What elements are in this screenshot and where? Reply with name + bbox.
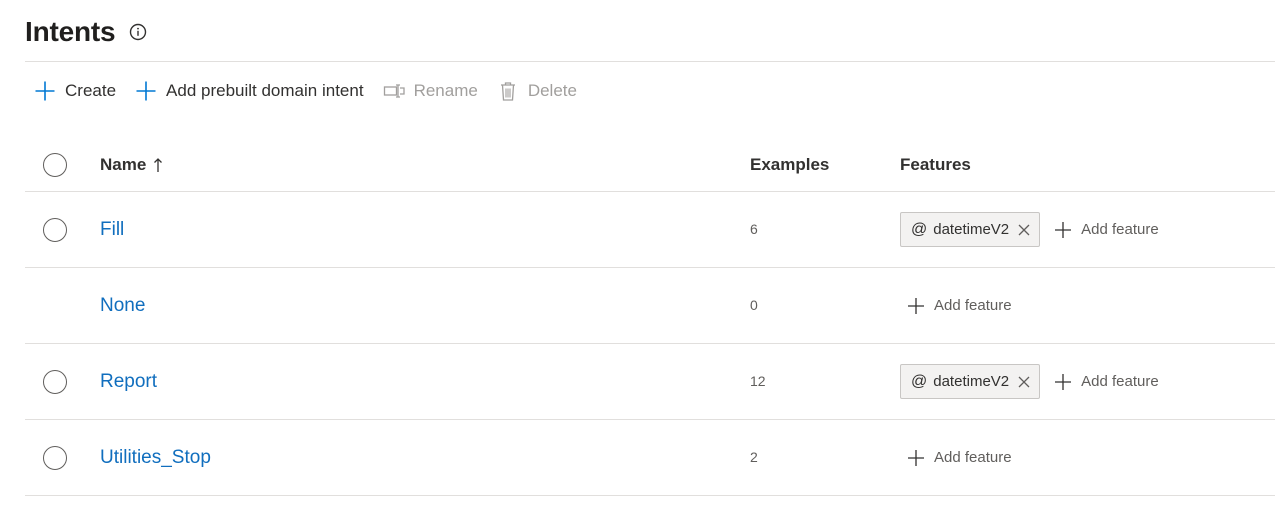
- add-feature-button[interactable]: Add feature: [907, 449, 1012, 467]
- examples-count: 12: [750, 372, 766, 389]
- row-select-cell: [25, 344, 100, 419]
- rename-label: Rename: [413, 81, 478, 100]
- arrow-up-icon: [153, 157, 163, 173]
- intent-link[interactable]: Utilities_Stop: [100, 447, 211, 469]
- feature-symbol: @: [911, 220, 928, 238]
- rename-button[interactable]: Rename: [374, 72, 488, 110]
- trash-icon: [497, 80, 519, 102]
- feature-name: datetimeV2: [933, 373, 1010, 390]
- add-prebuilt-label: Add prebuilt domain intent: [166, 81, 364, 100]
- row-checkbox[interactable]: [43, 217, 67, 242]
- column-header-examples[interactable]: Examples: [750, 155, 900, 175]
- row-select-cell: [25, 420, 100, 495]
- table-header: Name Examples Features: [25, 138, 1275, 192]
- page-title: Intents: [25, 16, 116, 47]
- examples-count: 0: [750, 296, 758, 313]
- row-checkbox[interactable]: [43, 369, 67, 394]
- add-feature-button[interactable]: Add feature: [907, 297, 1012, 315]
- intents-table: Name Examples Features Fill 6 @ datetime…: [25, 138, 1275, 496]
- delete-button[interactable]: Delete: [488, 72, 587, 110]
- examples-count: 6: [750, 220, 758, 237]
- feature-chip[interactable]: @ datetimeV2: [900, 364, 1041, 399]
- add-feature-button[interactable]: Add feature: [1054, 373, 1159, 391]
- command-bar: Create Add prebuilt domain intent Rename…: [25, 72, 587, 110]
- intent-link[interactable]: Fill: [100, 219, 124, 241]
- table-row[interactable]: None 0 Add feature: [25, 268, 1275, 344]
- table-row[interactable]: Report 12 @ datetimeV2 Add feature: [25, 344, 1275, 420]
- create-label: Create: [65, 81, 117, 100]
- intent-link[interactable]: None: [100, 295, 145, 317]
- plus-icon: [907, 297, 925, 315]
- add-prebuilt-domain-intent-button[interactable]: Add prebuilt domain intent: [126, 72, 374, 110]
- add-feature-button[interactable]: Add feature: [1054, 221, 1159, 239]
- table-row[interactable]: Fill 6 @ datetimeV2 Add feature: [25, 192, 1275, 268]
- plus-icon: [135, 80, 157, 102]
- feature-chip[interactable]: @ datetimeV2: [900, 212, 1041, 247]
- plus-icon: [1054, 373, 1072, 391]
- header-divider: [25, 61, 1275, 62]
- page-header: Intents: [25, 14, 147, 50]
- delete-label: Delete: [527, 81, 577, 100]
- examples-count: 2: [750, 448, 758, 465]
- close-icon[interactable]: [1017, 223, 1031, 237]
- row-select-cell: [25, 192, 100, 267]
- column-header-features[interactable]: Features: [900, 155, 1275, 175]
- rename-icon: [383, 80, 405, 102]
- row-select-cell: [25, 268, 100, 343]
- create-button[interactable]: Create: [25, 72, 126, 110]
- select-all-cell: [25, 138, 100, 191]
- intent-link[interactable]: Report: [100, 371, 157, 393]
- column-header-name[interactable]: Name: [100, 155, 750, 175]
- info-icon[interactable]: [129, 23, 147, 41]
- plus-icon: [907, 449, 925, 467]
- feature-name: datetimeV2: [933, 221, 1010, 238]
- plus-icon: [1054, 221, 1072, 239]
- close-icon[interactable]: [1017, 375, 1031, 389]
- table-row[interactable]: Utilities_Stop 2 Add feature: [25, 420, 1275, 496]
- plus-icon: [34, 80, 56, 102]
- select-all-checkbox[interactable]: [43, 152, 67, 177]
- feature-symbol: @: [911, 372, 928, 390]
- row-checkbox[interactable]: [43, 445, 67, 470]
